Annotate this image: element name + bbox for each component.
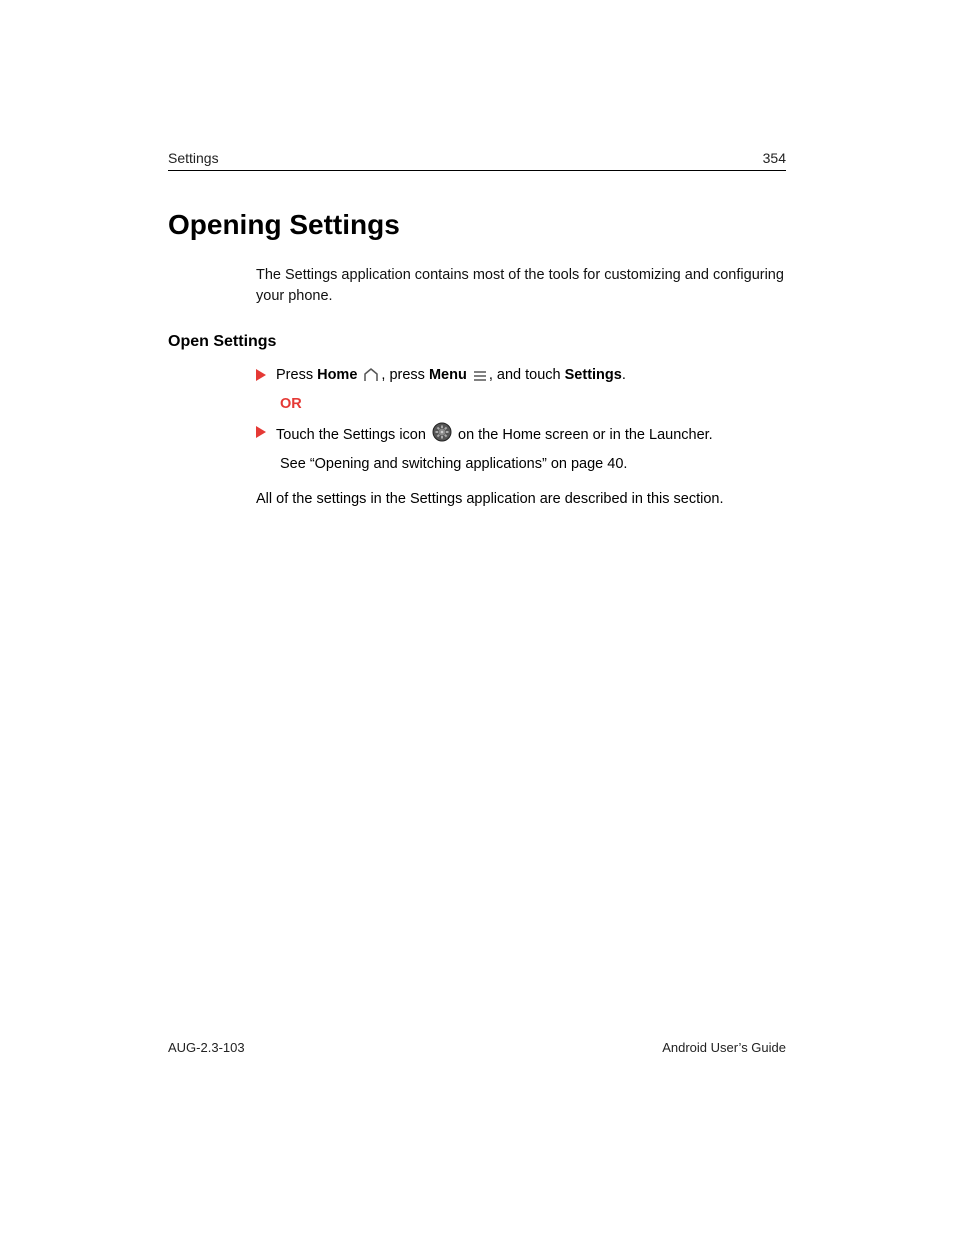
step-2: Touch the Settings icon [256,422,786,450]
steps-block: Press Home , press Menu , and touch Sett… [256,365,786,475]
label-home: Home [317,367,357,383]
text-fragment: Touch the Settings icon [276,427,430,443]
page-content: Settings 354 Opening Settings The Settin… [168,150,786,1070]
header-page-number: 354 [763,150,786,166]
step-1-text: Press Home , press Menu , and touch Sett… [276,365,786,390]
step-2-text: Touch the Settings icon [276,422,786,450]
home-icon [363,368,379,390]
text-fragment: , and touch [489,367,565,383]
page-footer: AUG-2.3-103 Android User’s Guide [168,1040,786,1055]
see-reference: See “Opening and switching applications”… [280,454,786,476]
text-fragment: . [622,367,626,383]
intro-paragraph: The Settings application contains most o… [256,265,786,307]
step-1: Press Home , press Menu , and touch Sett… [256,365,786,390]
header-section: Settings [168,150,219,166]
subheading-open-settings: Open Settings [168,333,786,351]
text-fragment: on the Home screen or in the Launcher. [458,427,713,443]
footer-doc-id: AUG-2.3-103 [168,1040,245,1055]
or-separator: OR [280,396,786,412]
running-header: Settings 354 [168,150,786,171]
label-menu: Menu [429,367,467,383]
label-settings: Settings [565,367,622,383]
text-fragment: , press [381,367,429,383]
menu-icon [473,368,487,390]
page-title: Opening Settings [168,209,786,241]
settings-app-icon [432,422,452,450]
bullet-triangle-icon [256,367,266,387]
closing-paragraph: All of the settings in the Settings appl… [256,489,786,511]
text-fragment: Press [276,367,317,383]
footer-doc-title: Android User’s Guide [662,1040,786,1055]
bullet-triangle-icon [256,424,266,444]
